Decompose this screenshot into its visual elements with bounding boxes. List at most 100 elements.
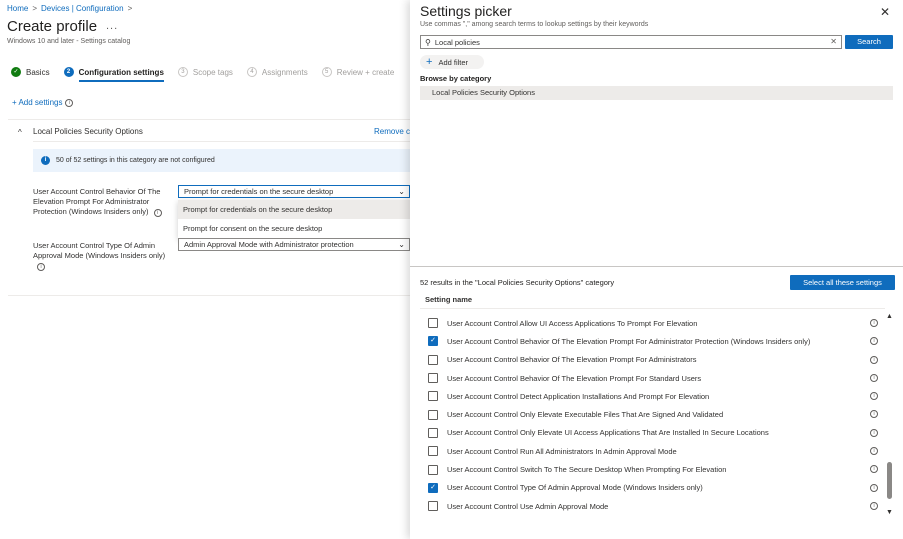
splitter[interactable] [410, 266, 903, 267]
setting-checkbox[interactable] [428, 446, 438, 457]
info-icon[interactable]: i [37, 263, 45, 271]
setting-row[interactable]: User Account Control Behavior Of The Ele… [420, 369, 885, 387]
info-icon[interactable]: i [870, 428, 878, 437]
setting-checkbox[interactable] [428, 427, 438, 438]
setting-checkbox[interactable] [428, 482, 438, 493]
collapse-chevron-icon[interactable]: ^ [18, 128, 22, 137]
category-item-local-policies[interactable]: Local Policies Security Options [420, 86, 893, 100]
info-icon[interactable]: i [65, 98, 74, 107]
step-number: 3 [177, 67, 188, 77]
step-basics[interactable]: ✓ Basics [11, 67, 50, 77]
chevron-down-icon: ⌄ [398, 187, 405, 196]
setting-label-elevation-prompt: User Account Control Behavior Of The Ele… [33, 187, 173, 217]
info-icon[interactable]: i [870, 501, 878, 510]
info-icon[interactable]: i [870, 373, 878, 382]
close-icon[interactable]: ✕ [880, 5, 890, 19]
setting-checkbox[interactable] [428, 318, 438, 329]
dropdown-value: Prompt for credentials on the secure des… [184, 187, 334, 196]
plus-icon: + [426, 56, 433, 68]
info-icon[interactable]: i [153, 209, 162, 217]
column-header-setting-name[interactable]: Setting name [425, 295, 472, 304]
add-filter-button[interactable]: + Add filter [420, 55, 484, 69]
dropdown-option[interactable]: Prompt for consent on the secure desktop [178, 219, 410, 238]
step-number: 5 [321, 67, 332, 77]
info-icon[interactable]: i [870, 355, 878, 364]
search-input-container[interactable]: ⚲ ✕ [420, 35, 842, 49]
page-subtitle: Windows 10 and later - Settings catalog [7, 38, 131, 45]
more-options-icon[interactable]: ... [106, 20, 118, 32]
setting-row[interactable]: User Account Control Virtualize File And… [420, 515, 885, 519]
setting-row-label: User Account Control Detect Application … [447, 391, 710, 401]
dropdown-options-list: Prompt for credentials on the secure des… [178, 200, 410, 238]
info-icon[interactable]: i [870, 319, 878, 327]
setting-row[interactable]: User Account Control Detect Application … [420, 387, 885, 405]
scrollbar-thumb[interactable] [887, 462, 892, 499]
info-icon[interactable]: i [870, 410, 878, 419]
setting-row-label: User Account Control Allow UI Access App… [447, 318, 698, 328]
setting-checkbox[interactable] [428, 391, 438, 402]
info-icon[interactable]: i [870, 337, 878, 346]
info-icon[interactable]: i [870, 483, 878, 492]
results-summary: 52 results in the "Local Policies Securi… [420, 278, 615, 287]
step-assignments[interactable]: 4 Assignments [246, 67, 308, 77]
search-input[interactable] [434, 37, 815, 47]
divider [33, 141, 410, 142]
setting-row[interactable]: User Account Control Behavior Of The Ele… [420, 351, 885, 369]
divider [420, 308, 885, 309]
setting-checkbox[interactable] [428, 409, 438, 420]
setting-row[interactable]: User Account Control Use Admin Approval … [420, 497, 885, 515]
scroll-down-icon[interactable]: ▼ [886, 509, 893, 516]
clear-search-icon[interactable]: ✕ [830, 37, 837, 46]
dropdown-option[interactable]: Prompt for credentials on the secure des… [178, 200, 410, 219]
setting-row[interactable]: User Account Control Type Of Admin Appro… [420, 479, 885, 497]
setting-row[interactable]: User Account Control Behavior Of The Ele… [420, 332, 885, 350]
add-settings-link[interactable]: + Add settings i [12, 98, 74, 107]
divider [8, 119, 410, 120]
section-title: Local Policies Security Options [33, 127, 143, 136]
setting-checkbox[interactable] [428, 336, 438, 347]
setting-checkbox[interactable] [428, 354, 438, 365]
step-configuration-settings[interactable]: 2 Configuration settings [63, 67, 165, 82]
info-icon[interactable]: i [870, 447, 878, 456]
setting-row[interactable]: User Account Control Allow UI Access App… [420, 314, 885, 332]
step-label: Assignments [261, 67, 308, 77]
search-hint: Use commas "," among search terms to loo… [420, 21, 649, 28]
create-profile-page: Home > Devices | Configuration > Create pro… [0, 0, 410, 539]
setting-checkbox[interactable] [428, 464, 438, 475]
setting-row-label: User Account Control Run All Administrat… [447, 446, 677, 456]
select-all-button[interactable]: Select all these settings [790, 275, 895, 290]
wizard-steps: ✓ Basics 2 Configuration settings 3 Scop… [11, 67, 408, 82]
setting-checkbox[interactable] [428, 373, 438, 384]
info-icon: i [41, 156, 50, 165]
dropdown-value: Admin Approval Mode with Administrator p… [184, 240, 354, 249]
info-icon[interactable]: i [870, 392, 878, 401]
setting-row-label: User Account Control Only Elevate Execut… [447, 410, 724, 420]
settings-picker-panel: Settings picker ✕ Use commas "," among s… [410, 0, 903, 539]
breadcrumb-home[interactable]: Home [7, 4, 28, 13]
setting-label-admin-approval-mode: User Account Control Type Of Admin Appro… [33, 241, 171, 271]
setting-row[interactable]: User Account Control Switch To The Secur… [420, 460, 885, 478]
breadcrumb-devices[interactable]: Devices | Configuration [41, 4, 124, 13]
setting-row-label: User Account Control Behavior Of The Ele… [447, 355, 697, 365]
step-review-create[interactable]: 5 Review + create [321, 67, 394, 77]
setting-row-label: User Account Control Use Admin Approval … [447, 501, 609, 511]
info-icon[interactable]: i [870, 465, 878, 474]
banner-text: 50 of 52 settings in this category are n… [56, 157, 215, 164]
setting-row[interactable]: User Account Control Run All Administrat… [420, 442, 885, 460]
scroll-up-icon[interactable]: ▲ [886, 313, 893, 320]
search-button[interactable]: Search [845, 35, 893, 49]
step-number: 4 [246, 67, 257, 77]
setting-label-text: User Account Control Behavior Of The Ele… [33, 187, 161, 216]
setting-row[interactable]: User Account Control Only Elevate UI Acc… [420, 424, 885, 442]
step-scope-tags[interactable]: 3 Scope tags [177, 67, 233, 77]
page-title: Create profile [7, 18, 98, 35]
remove-category-link[interactable]: Remove c [374, 127, 410, 136]
setting-checkbox[interactable] [428, 501, 438, 512]
admin-approval-mode-dropdown[interactable]: Admin Approval Mode with Administrator p… [178, 238, 410, 251]
breadcrumb-separator: > [127, 4, 133, 13]
setting-row[interactable]: User Account Control Only Elevate Execut… [420, 405, 885, 423]
step-label: Basics [26, 67, 50, 77]
step-label: Configuration settings [78, 67, 164, 77]
elevation-prompt-dropdown[interactable]: Prompt for credentials on the secure des… [178, 185, 410, 198]
step-number: 2 [63, 67, 74, 77]
